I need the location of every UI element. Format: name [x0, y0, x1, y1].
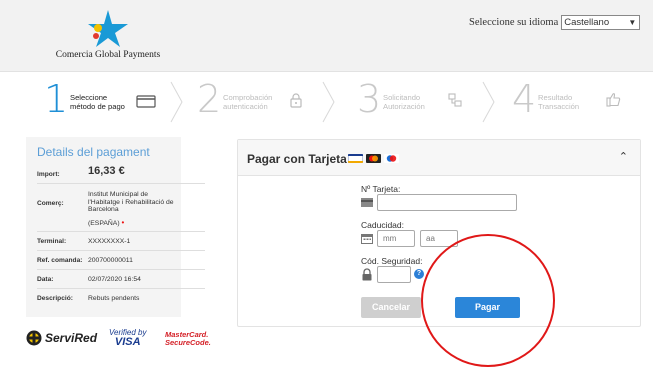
language-value: Castellano — [564, 17, 610, 28]
details-title: Details del pagament — [37, 145, 150, 159]
divider — [37, 288, 205, 289]
security-logos: ServiRed Verified by VISA MasterCard. Se… — [26, 328, 216, 356]
maestro-card-icon — [384, 154, 399, 163]
network-icon — [448, 93, 462, 107]
amount-value: 16,33 € — [88, 165, 125, 177]
step-4: 4 Resultado Transacción — [512, 77, 642, 121]
step-number: 4 — [512, 77, 537, 121]
card-icon — [361, 198, 373, 207]
step-chevron-icon — [322, 81, 335, 123]
divider — [37, 231, 205, 232]
mastercard-icon — [366, 154, 381, 163]
lock-icon — [290, 93, 302, 108]
step-chevron-icon — [482, 81, 495, 123]
card-number-label: Nº Tarjeta: — [361, 184, 401, 194]
verified-by-visa-logo: Verified by VISA — [109, 328, 147, 348]
thumbs-up-icon — [606, 93, 621, 107]
visa-card-icon — [348, 154, 363, 163]
divider — [37, 183, 205, 184]
step-number: 2 — [197, 77, 222, 121]
lock-icon — [362, 268, 372, 281]
chevron-up-icon[interactable]: ⌃ — [619, 150, 628, 163]
card-payment-panel: Pagar con Tarjeta ⌃ Nº Tarjeta: Caducida… — [237, 139, 641, 327]
language-label: Seleccione su idioma — [469, 17, 559, 28]
step-number: 3 — [357, 77, 382, 121]
card-number-input[interactable] — [377, 194, 517, 211]
language-select[interactable]: Castellano ▼ — [561, 15, 641, 30]
cancel-button[interactable]: Cancelar — [361, 297, 421, 318]
step-chevron-icon — [170, 81, 183, 123]
card-icon — [136, 95, 156, 108]
payment-details-panel: Details del pagament Import: 16,33 € Com… — [26, 137, 205, 317]
step-number: 1 — [44, 77, 69, 121]
security-code-label: Cód. Seguridad: — [361, 256, 423, 266]
calendar-icon — [361, 234, 373, 244]
step-label: Seleccione método de pago — [70, 93, 125, 111]
logo-text: Comercia Global Payments — [55, 50, 161, 60]
servired-logo: ServiRed — [26, 330, 97, 346]
expiry-label: Caducidad: — [361, 220, 405, 230]
divider — [37, 269, 205, 270]
step-3: 3 Solicitando Autorización — [357, 77, 487, 121]
card-payment-header[interactable]: Pagar con Tarjeta ⌃ — [238, 140, 640, 176]
divider — [37, 250, 205, 251]
flag-dot-icon: • — [121, 218, 125, 227]
progress-steps: 1 Seleccione método de pago 2 Comprobaci… — [0, 73, 653, 131]
expiry-month-input[interactable]: mm — [377, 230, 415, 247]
language-selector: Seleccione su idioma Castellano ▼ — [469, 15, 641, 30]
step-2: 2 Comprobación autenticación — [197, 77, 327, 121]
expiry-year-input[interactable]: aa — [420, 230, 458, 247]
step-label: Comprobación autenticación — [223, 93, 273, 111]
step-label: Resultado Transacción — [538, 93, 580, 111]
servired-icon — [26, 330, 42, 346]
step-label: Solicitando Autorización — [383, 93, 425, 111]
logo: Comercia Global Payments — [48, 8, 168, 64]
help-icon[interactable]: ? — [414, 269, 424, 279]
star-logo-icon — [88, 10, 128, 47]
mastercard-securecode-logo: MasterCard. SecureCode. — [165, 330, 211, 347]
header: Comercia Global Payments Seleccione su i… — [0, 0, 653, 72]
card-payment-title: Pagar con Tarjeta — [247, 152, 347, 166]
accepted-cards — [348, 154, 399, 163]
pay-button[interactable]: Pagar — [455, 297, 520, 318]
security-code-input[interactable] — [377, 266, 411, 283]
step-1: 1 Seleccione método de pago — [44, 77, 174, 121]
dropdown-arrow-icon: ▼ — [628, 18, 637, 27]
